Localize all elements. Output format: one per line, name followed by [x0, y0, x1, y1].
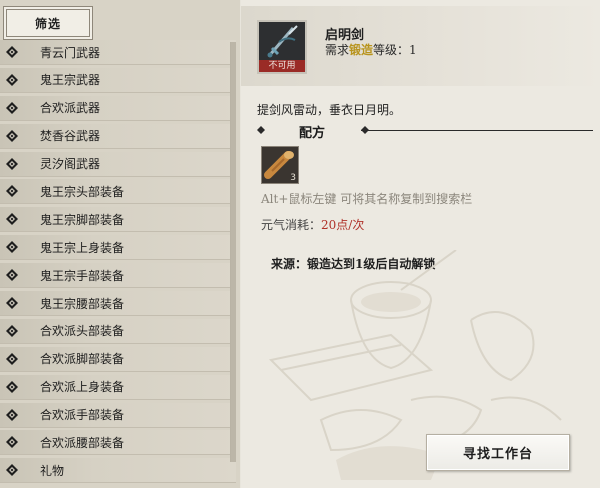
req-skill: 锻造: [349, 43, 374, 57]
diamond-bullet-icon: [6, 464, 18, 477]
category-label: 合欢派脚部装备: [40, 352, 125, 367]
material-count: 3: [290, 173, 296, 183]
category-item[interactable]: 鬼王宗上身装备: [0, 235, 236, 261]
category-label: 鬼王宗手部装备: [40, 268, 125, 283]
diamond-bullet-icon: [6, 408, 18, 421]
scrollbar-thumb[interactable]: [231, 42, 236, 462]
unusable-badge: 不可用: [259, 60, 305, 72]
category-label: 焚香谷武器: [40, 129, 101, 144]
category-scrollbar[interactable]: [230, 42, 236, 462]
diamond-bullet-icon: [6, 380, 18, 393]
filter-tab[interactable]: 筛选: [6, 9, 90, 37]
diamond-icon: [257, 126, 265, 134]
energy-cost: 元气消耗：20点/次: [261, 216, 364, 233]
diamond-bullet-icon: [6, 46, 18, 58]
category-item[interactable]: 鬼王宗手部装备: [0, 263, 236, 289]
diamond-bullet-icon: [6, 241, 18, 254]
item-description: 提剑风雷动，垂衣日月明。: [257, 103, 402, 117]
recipe-detail-panel: 不可用 启明剑 需求锻造等级：1 提剑风雷动，垂衣日月明。 配方 3 Alt+鼠…: [241, 0, 600, 488]
diamond-bullet-icon: [6, 436, 18, 449]
category-item[interactable]: 合欢派腰部装备: [0, 430, 236, 456]
category-item[interactable]: 合欢派武器: [0, 95, 236, 121]
diamond-bullet-icon: [6, 73, 18, 86]
recipe-header: 配方: [257, 122, 593, 141]
diamond-bullet-icon: [6, 129, 18, 142]
recipe-title: 配方: [299, 126, 326, 141]
category-item[interactable]: 合欢派脚部装备: [0, 346, 236, 372]
category-item[interactable]: 合欢派头部装备: [0, 318, 236, 344]
copy-hint: Alt+鼠标左键 可将其名称复制到搜索栏: [261, 192, 473, 206]
category-label: 合欢派手部装备: [40, 408, 125, 423]
energy-label: 元气消耗：: [261, 218, 322, 232]
category-item[interactable]: 合欢派上身装备: [0, 374, 236, 400]
category-label: 鬼王宗武器: [40, 73, 101, 88]
category-label: 鬼王宗腰部装备: [40, 296, 125, 311]
category-item[interactable]: 鬼王宗脚部装备: [0, 207, 236, 233]
category-label: 礼物: [40, 463, 65, 478]
diamond-bullet-icon: [6, 297, 18, 310]
recipe-divider: [361, 130, 593, 131]
sword-icon[interactable]: 不可用: [257, 20, 307, 74]
category-item[interactable]: 鬼王宗腰部装备: [0, 291, 236, 317]
sword-glyph-icon: [267, 25, 298, 58]
category-label: 合欢派头部装备: [40, 324, 125, 339]
diamond-bullet-icon: [6, 213, 18, 226]
category-item[interactable]: 灵汐阁武器: [0, 151, 236, 177]
category-label: 鬼王宗头部装备: [40, 184, 125, 199]
category-label: 鬼王宗上身装备: [40, 240, 125, 255]
wood-material-icon[interactable]: 3: [261, 146, 299, 184]
req-level: 等级：1: [373, 43, 417, 57]
category-list: 青云门武器鬼王宗武器合欢派武器焚香谷武器灵汐阁武器鬼王宗头部装备 鬼王宗脚部装备鬼…: [0, 40, 236, 486]
find-workbench-button[interactable]: 寻找工作台: [426, 434, 570, 471]
category-item[interactable]: 礼物: [0, 458, 236, 484]
diamond-bullet-icon: [6, 101, 18, 114]
diamond-bullet-icon: [6, 157, 18, 170]
diamond-bullet-icon: [6, 352, 18, 365]
category-item[interactable]: 青云门武器: [0, 40, 236, 65]
category-item[interactable]: 鬼王宗头部装备: [0, 179, 236, 205]
req-prefix: 需求: [325, 43, 350, 57]
category-label: 鬼王宗脚部装备: [40, 212, 125, 227]
category-label: 合欢派上身装备: [40, 380, 125, 395]
energy-value: 20点/次: [321, 218, 365, 232]
category-label: 灵汐阁武器: [40, 157, 101, 172]
diamond-bullet-icon: [6, 269, 18, 282]
item-requirement: 需求锻造等级：1: [325, 41, 417, 58]
diamond-bullet-icon: [6, 185, 18, 198]
category-item[interactable]: 鬼王宗武器: [0, 67, 236, 93]
category-item[interactable]: 焚香谷武器: [0, 123, 236, 149]
category-label: 合欢派腰部装备: [40, 435, 125, 450]
category-item[interactable]: 合欢派手部装备: [0, 402, 236, 428]
category-label: 青云门武器: [40, 45, 101, 60]
diamond-bullet-icon: [6, 324, 18, 337]
category-panel: 筛选 青云门武器鬼王宗武器合欢派武器焚香谷武器灵汐阁武器鬼王宗头部装备 鬼王宗脚部…: [0, 0, 240, 488]
category-label: 合欢派武器: [40, 101, 101, 116]
